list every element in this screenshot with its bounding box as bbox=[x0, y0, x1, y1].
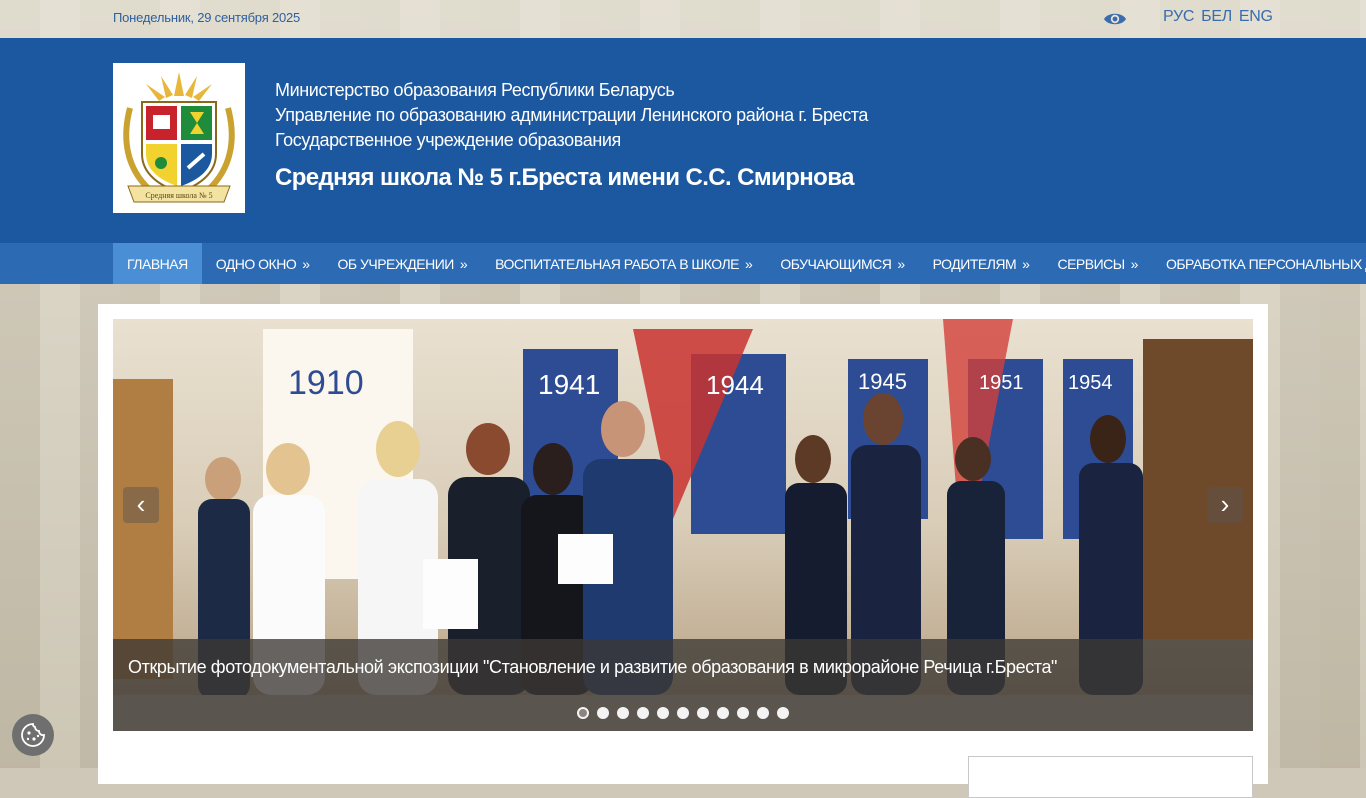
nav-item-services[interactable]: Сервисы» bbox=[1043, 243, 1152, 284]
lang-be-link[interactable]: БЕЛ bbox=[1201, 8, 1232, 26]
nav-item-about[interactable]: Об учреждении» bbox=[324, 243, 482, 284]
school-emblem-icon: Средняя школа № 5 bbox=[123, 72, 235, 203]
slider-dot[interactable] bbox=[617, 707, 629, 719]
accessibility-eye-icon[interactable] bbox=[1103, 10, 1127, 28]
nav-item-students[interactable]: Обучающимся» bbox=[766, 243, 918, 284]
submenu-arrow: » bbox=[302, 255, 310, 272]
submenu-arrow: » bbox=[1022, 255, 1030, 272]
nav-item-education-work[interactable]: Воспитательная работа в школе» bbox=[481, 243, 766, 284]
slider-pagination bbox=[113, 695, 1253, 731]
lang-ru-link[interactable]: РУС bbox=[1163, 8, 1194, 26]
slider-dot[interactable] bbox=[717, 707, 729, 719]
photo-label-1954: 1954 bbox=[1068, 372, 1113, 394]
photo-label-1945: 1945 bbox=[858, 369, 907, 394]
school-logo[interactable]: Средняя школа № 5 bbox=[113, 63, 245, 213]
slider-dot[interactable] bbox=[657, 707, 669, 719]
submenu-arrow: » bbox=[459, 255, 468, 272]
cookie-icon bbox=[21, 723, 45, 747]
submenu-arrow: » bbox=[897, 255, 905, 272]
submenu-arrow: » bbox=[1130, 255, 1139, 272]
top-bar: Понедельник, 29 сентября 2025 РУС БЕЛ EN… bbox=[0, 0, 1366, 38]
department-title: Управление по образованию администрации … bbox=[275, 105, 869, 125]
news-slider: 1910 1941 1944 1945 1951 1954 Открытие ф… bbox=[113, 319, 1253, 731]
slider-dot[interactable] bbox=[577, 707, 589, 719]
lang-en-link[interactable]: ENG bbox=[1239, 8, 1273, 26]
slider-dot[interactable] bbox=[697, 707, 709, 719]
slider-dot[interactable] bbox=[757, 707, 769, 719]
slider-dot[interactable] bbox=[737, 707, 749, 719]
photo-label-1951: 1951 bbox=[979, 372, 1024, 394]
logo-ribbon-text: Средняя школа № 5 bbox=[145, 191, 212, 200]
nav-item-personal-data[interactable]: Обработка персональных данных bbox=[1152, 243, 1366, 284]
slider-dot[interactable] bbox=[677, 707, 689, 719]
slider-dot[interactable] bbox=[777, 707, 789, 719]
main-content: 1910 1941 1944 1945 1951 1954 Открытие ф… bbox=[98, 304, 1268, 798]
nav-item-home[interactable]: Главная bbox=[113, 243, 202, 284]
photo-label-1944: 1944 bbox=[706, 370, 764, 400]
header-titles: Министерство образования Республики Бела… bbox=[275, 78, 868, 190]
slider-next-button[interactable]: › bbox=[1207, 487, 1243, 523]
search-input[interactable] bbox=[968, 756, 1253, 798]
main-navigation: Главная Одно окно» Об учреждении» Воспит… bbox=[0, 243, 1366, 284]
slider-dot[interactable] bbox=[597, 707, 609, 719]
ministry-title: Министерство образования Республики Бела… bbox=[275, 80, 675, 100]
institution-type: Государственное учреждение образования bbox=[275, 130, 621, 150]
language-switcher: РУС БЕЛ ENG bbox=[1163, 8, 1273, 26]
site-header: Средняя школа № 5 Министерство образован… bbox=[0, 38, 1366, 243]
photo-label-1941: 1941 bbox=[538, 369, 600, 400]
nav-item-one-window[interactable]: Одно окно» bbox=[202, 243, 324, 284]
slide-caption[interactable]: Открытие фотодокументальной экспозиции "… bbox=[113, 639, 1253, 695]
nav-item-parents[interactable]: Родителям» bbox=[919, 243, 1044, 284]
cookie-settings-button[interactable] bbox=[12, 714, 54, 756]
slider-prev-button[interactable]: ‹ bbox=[123, 487, 159, 523]
slider-dot[interactable] bbox=[637, 707, 649, 719]
current-date: Понедельник, 29 сентября 2025 bbox=[113, 10, 301, 25]
school-name[interactable]: Средняя школа № 5 г.Бреста имени С.С. См… bbox=[275, 165, 868, 190]
photo-label-1910: 1910 bbox=[288, 364, 364, 402]
submenu-arrow: » bbox=[745, 255, 753, 272]
